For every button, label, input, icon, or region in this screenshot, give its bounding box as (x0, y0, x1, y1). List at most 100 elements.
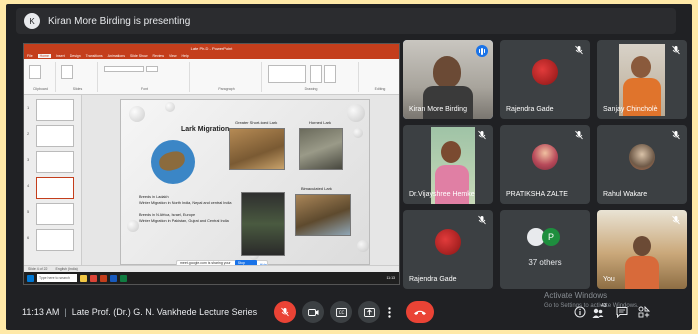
participant-tile[interactable]: Rajendra Gade (500, 40, 590, 119)
leave-call-button[interactable] (406, 301, 434, 323)
people-button[interactable]: 43 (592, 303, 610, 318)
ppt-tab-help[interactable]: Help (182, 54, 189, 58)
ribbon-group-slides: Slides (58, 62, 98, 92)
bubble-decoration (165, 102, 175, 112)
presenting-banner: K Kiran More Birding is presenting (16, 8, 676, 34)
ppt-status-bar: Slide 4 of 22 English (India) (24, 265, 399, 272)
mic-off-icon (478, 130, 486, 140)
thumb-number: 4 (27, 183, 30, 188)
participant-name: PRATIKSHA ZALTE (506, 191, 568, 198)
participant-avatar (629, 143, 655, 170)
bubble-decoration (353, 128, 363, 138)
ppt-tab-slideshow[interactable]: Slide Show (130, 54, 148, 58)
meeting-info: 11:13 AM | Late Prof. (Dr.) G. N. Vankhede… (22, 307, 257, 317)
others-tile[interactable]: P 37 others (500, 210, 590, 289)
slide-thumbnail[interactable] (36, 203, 74, 225)
ribbon-group-font: Font (100, 62, 190, 92)
participant-tile[interactable]: Kiran More Birding (403, 40, 493, 119)
excel-icon[interactable] (120, 274, 127, 282)
ribbon-label: Clipboard (33, 87, 48, 91)
ribbon-label: Drawing (304, 87, 318, 91)
ppt-ribbon-tabs: File Home Insert Design Transitions Anim… (24, 52, 399, 59)
arrange-icon[interactable] (310, 65, 322, 83)
windows-start-icon[interactable] (27, 274, 34, 282)
activities-icon[interactable] (638, 306, 650, 318)
mic-off-icon (575, 130, 583, 140)
present-screen-button[interactable] (358, 301, 380, 323)
slide-thumbnails: 1 2 3 4 5 6 (24, 95, 82, 272)
ppt-tab-view[interactable]: View (169, 54, 177, 58)
slide-thumbnail[interactable] (36, 99, 74, 121)
camera-toggle-button[interactable] (302, 301, 324, 323)
ribbon-group-drawing: Drawing (264, 62, 359, 92)
participant-tile[interactable]: Dr.Vijayshree Hemke (403, 125, 493, 204)
chat-icon[interactable] (616, 306, 628, 318)
participant-name: Dr.Vijayshree Hemke (409, 191, 475, 198)
current-slide[interactable]: Lark Migration Greater Short-toed Lark H… (120, 99, 370, 265)
ppt-tab-insert[interactable]: Insert (56, 54, 65, 58)
ppt-tab-home[interactable]: Home (37, 53, 51, 58)
captions-button[interactable]: CC (330, 301, 352, 323)
powerpoint-icon[interactable] (100, 274, 107, 282)
ppt-window-title: Late Ph.D - PowerPoint (24, 44, 399, 52)
participant-avatar (435, 228, 461, 255)
ppt-tab-review[interactable]: Review (153, 54, 164, 58)
ppt-tab-design[interactable]: Design (70, 54, 81, 58)
presenting-text: Kiran More Birding is presenting (48, 15, 191, 27)
ppt-tab-file[interactable]: File (27, 54, 33, 58)
meeting-time: 11:13 AM (22, 307, 60, 317)
thumb-number: 6 (27, 235, 30, 240)
slide-thumbnail[interactable] (36, 229, 74, 251)
participant-body (423, 86, 473, 119)
participant-face (433, 56, 461, 88)
meet-window: K Kiran More Birding is presenting Late … (6, 4, 692, 330)
bubble-decoration (129, 106, 145, 122)
mic-toggle-button[interactable] (274, 301, 296, 323)
chrome-icon[interactable] (90, 274, 97, 282)
participant-tile[interactable]: Rahul Wakare (597, 125, 687, 204)
font-size-field[interactable] (146, 66, 158, 72)
more-options-button[interactable] (382, 301, 396, 323)
ppt-tab-animations[interactable]: Animations (108, 54, 125, 58)
bird-icon (157, 149, 187, 173)
participant-face (633, 236, 651, 256)
quick-styles-icon[interactable] (324, 65, 336, 83)
more-vert-icon (387, 306, 391, 318)
thumb-number: 2 (27, 131, 30, 136)
slide-thumbnail[interactable] (36, 151, 74, 173)
shared-screen[interactable]: Late Ph.D - PowerPoint File Home Insert … (23, 43, 400, 285)
participant-tile[interactable]: Rajendra Gade (403, 210, 493, 289)
info-icon[interactable] (574, 306, 586, 318)
participant-avatar (532, 143, 558, 170)
new-slide-icon[interactable] (61, 65, 73, 79)
self-tile[interactable]: You (597, 210, 687, 289)
shapes-gallery[interactable] (268, 65, 306, 83)
slide-thumbnail-selected[interactable] (36, 177, 74, 199)
taskbar-clock: 11:13 (387, 276, 396, 280)
slide-title: Lark Migration (181, 126, 230, 133)
slide-text-block-1: Breeds in Ladakh Winter Migration in Nor… (139, 194, 231, 206)
photo-caption: Greater Short-toed Lark (235, 120, 278, 125)
end-call-icon (414, 310, 426, 315)
ribbon-group-editing: Editing (361, 62, 399, 92)
slide-text-block-2: Breeds in N Africa, Israel, Europe Winte… (139, 212, 229, 224)
file-explorer-icon[interactable] (80, 274, 87, 282)
photo-caption: Horned Lark (309, 120, 332, 125)
slide-thumbnail[interactable] (36, 125, 74, 147)
presenter-avatar: K (24, 13, 40, 29)
participant-tile[interactable]: PRATIKSHA ZALTE (500, 125, 590, 204)
participant-name: Sanjay Chincholè (603, 106, 658, 113)
ppt-ribbon: Clipboard Slides Font Paragraph Drawing (24, 59, 399, 95)
paste-icon[interactable] (29, 65, 41, 79)
svg-text:CC: CC (338, 310, 344, 315)
ribbon-group-clipboard: Clipboard (26, 62, 56, 92)
slide-text-line: Winter Migration in Pakistan, Gujrat and… (139, 219, 229, 223)
ppt-tab-transitions[interactable]: Transitions (86, 54, 103, 58)
photo-caption: Bimaculated Lark (301, 186, 332, 191)
participant-tile[interactable]: Sanjay Chincholè (597, 40, 687, 119)
taskbar-search[interactable]: Type here to search (37, 274, 77, 282)
word-icon[interactable] (110, 274, 117, 282)
participant-face (441, 141, 461, 163)
font-name-field[interactable] (104, 66, 144, 72)
participant-face (631, 56, 651, 78)
